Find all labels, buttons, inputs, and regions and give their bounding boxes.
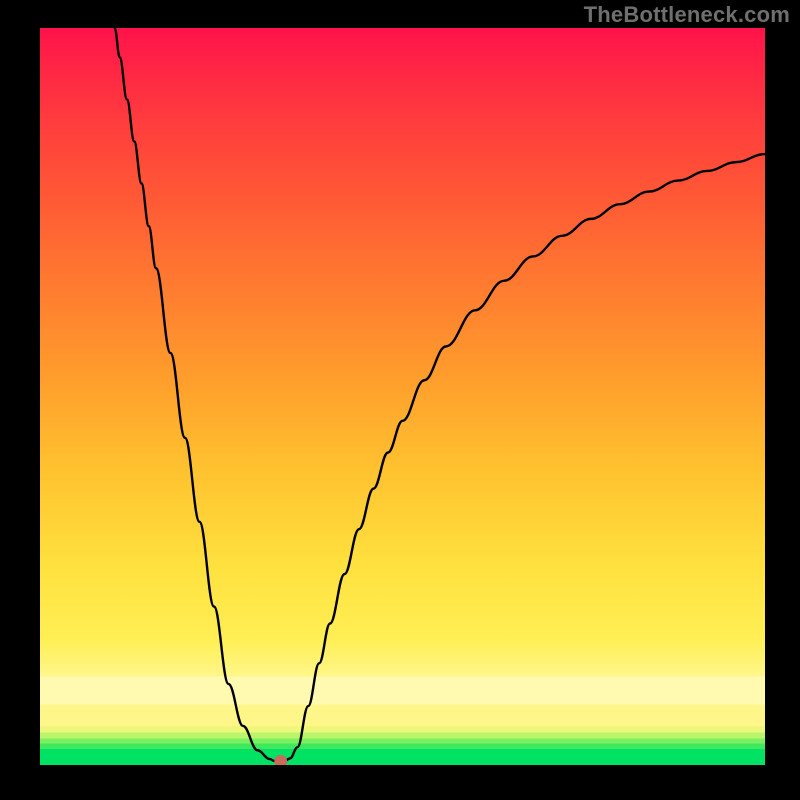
chart-frame: TheBottleneck.com <box>0 0 800 800</box>
curve-svg <box>40 28 765 765</box>
watermark-text: TheBottleneck.com <box>584 2 790 28</box>
optimal-point-marker <box>274 755 287 765</box>
plot-area <box>40 28 765 765</box>
bottleneck-curve <box>115 28 765 761</box>
